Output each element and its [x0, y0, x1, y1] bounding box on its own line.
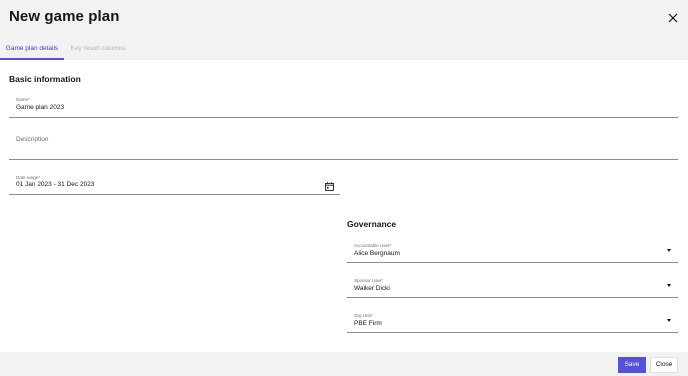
chevron-down-icon[interactable]: [667, 249, 671, 252]
tab-key-result-columns[interactable]: Key result columns: [66, 38, 130, 60]
accountable-user-label: Accountable User*: [354, 243, 392, 248]
calendar-icon[interactable]: [325, 178, 334, 191]
sponsor-user-label: Sponsor User*: [354, 278, 384, 283]
name-value: Game plan 2023: [16, 104, 65, 111]
accountable-user-value: Alice Bergnaum: [354, 250, 400, 257]
date-range-field[interactable]: Date range* 01 Jan 2023 - 31 Dec 2023: [9, 171, 340, 195]
dialog-header: New game plan Game plan details Key resu…: [0, 0, 688, 60]
basic-information-heading: Basic information: [9, 74, 81, 84]
save-button[interactable]: Save: [618, 357, 646, 373]
name-label: Name*: [16, 97, 30, 102]
sponsor-user-select[interactable]: Sponsor User* Walker Dicki: [347, 274, 678, 298]
name-field[interactable]: Name* Game plan 2023: [9, 94, 678, 118]
close-icon[interactable]: [664, 9, 682, 27]
date-range-value: 01 Jan 2023 - 31 Dec 2023: [16, 181, 95, 188]
tab-game-plan-details[interactable]: Game plan details: [0, 38, 64, 60]
description-field[interactable]: Description: [9, 128, 678, 160]
date-range-label: Date range*: [16, 175, 41, 180]
tab-bar: Game plan details Key result columns: [0, 38, 688, 60]
chevron-down-icon[interactable]: [667, 319, 671, 322]
close-button[interactable]: Close: [650, 357, 678, 373]
accountable-user-select[interactable]: Accountable User* Alice Bergnaum: [347, 239, 678, 263]
dialog-footer: [0, 352, 688, 376]
org-unit-value: PBE Firm: [354, 320, 382, 327]
org-unit-label: Org Unit*: [354, 313, 373, 318]
sponsor-user-value: Walker Dicki: [354, 285, 390, 292]
chevron-down-icon[interactable]: [667, 284, 671, 287]
dialog-title: New game plan: [9, 8, 120, 25]
org-unit-select[interactable]: Org Unit* PBE Firm: [347, 309, 678, 333]
governance-heading: Governance: [347, 219, 397, 229]
description-placeholder: Description: [16, 136, 49, 143]
